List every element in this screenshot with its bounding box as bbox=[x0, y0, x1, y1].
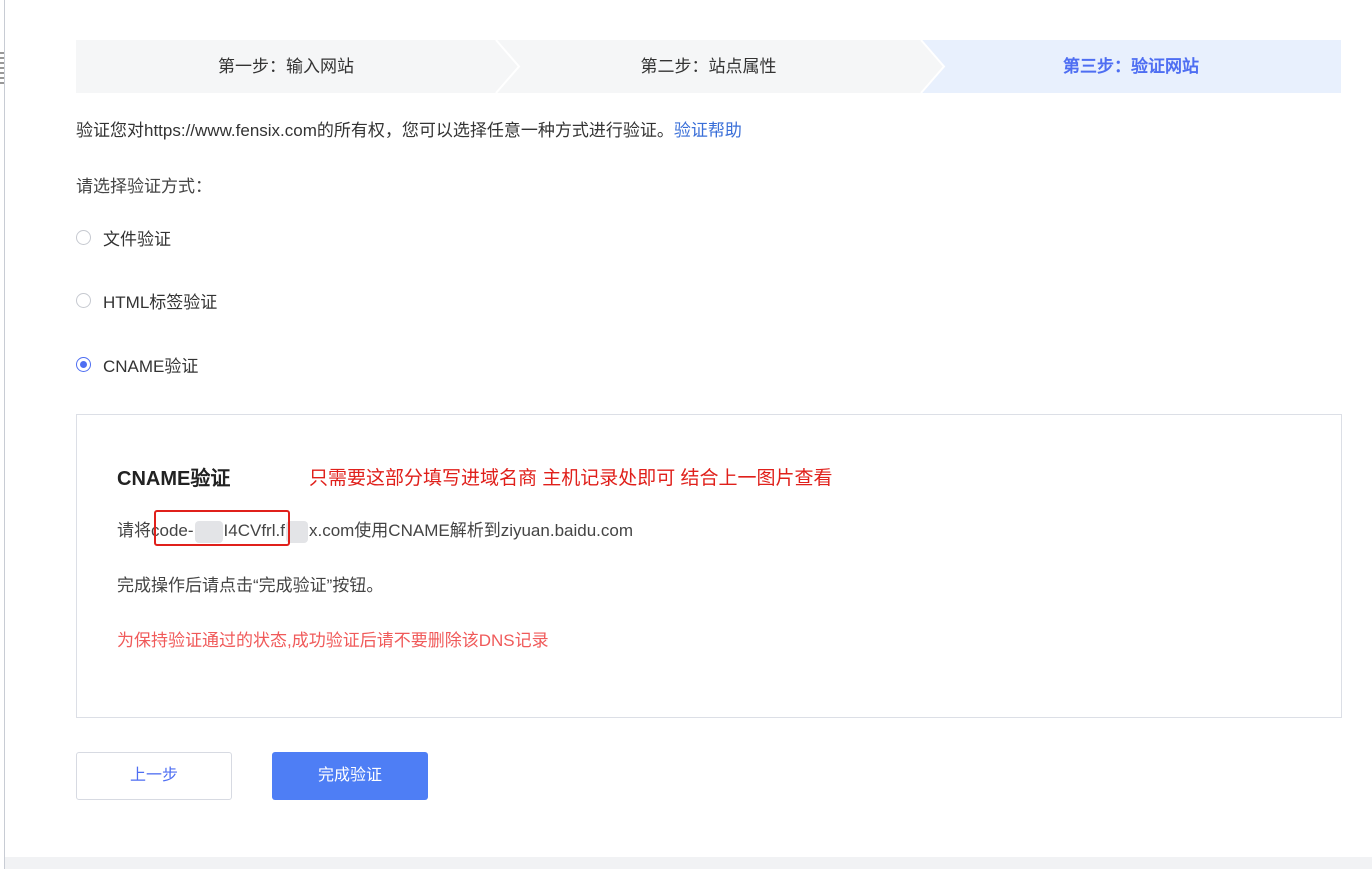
method-html-tag-verify[interactable]: HTML标签验证 bbox=[76, 288, 217, 312]
dns-warning: 为保持验证通过的状态,成功验证后请不要删除该DNS记录 bbox=[117, 631, 549, 650]
method-html-label: HTML标签验证 bbox=[103, 292, 218, 312]
done-tip: 完成操作后请点击“完成验证”按钮。 bbox=[117, 576, 384, 595]
cname-verify-panel: CNAME验证 只需要这部分填写进域名商 主机记录处即可 结合上一图片查看 请将… bbox=[76, 414, 1342, 718]
radio-cname-verify[interactable] bbox=[76, 356, 91, 372]
panel-title: CNAME验证 bbox=[117, 468, 231, 490]
intro-text: 验证您对https://www.fensix.com的所有权，您可以选择任意一种… bbox=[76, 119, 742, 143]
step-1-input-site: 第一步：输入网站 bbox=[218, 57, 354, 76]
method-cname-verify[interactable]: CNAME验证 bbox=[76, 352, 198, 376]
step-3-verify-site: 第三步：验证网站 bbox=[1063, 57, 1199, 76]
step-progress-bar: 第一步：输入网站 第二步：站点属性 第三步：验证网站 bbox=[76, 40, 1341, 93]
annotation-note: 只需要这部分填写进域名商 主机记录处即可 结合上一图片查看 bbox=[309, 468, 833, 489]
method-cname-label: CNAME验证 bbox=[103, 356, 199, 376]
highlight-box bbox=[154, 510, 290, 546]
verify-help-link[interactable]: 验证帮助 bbox=[674, 121, 742, 140]
step-2-site-properties: 第二步：站点属性 bbox=[640, 57, 777, 76]
radio-file-verify[interactable] bbox=[76, 229, 91, 245]
method-file-verify[interactable]: 文件验证 bbox=[76, 225, 171, 249]
window-edge-mark bbox=[0, 52, 4, 86]
window-left-edge bbox=[4, 0, 5, 869]
bottom-band bbox=[5, 857, 1372, 869]
finish-verify-button[interactable]: 完成验证 bbox=[272, 752, 428, 800]
instruction-prefix: 请将 bbox=[117, 521, 151, 540]
radio-html-tag-verify[interactable] bbox=[76, 292, 91, 308]
instruction-suffix: x.com使用CNAME解析到ziyuan.baidu.com bbox=[308, 521, 633, 540]
method-file-label: 文件验证 bbox=[103, 229, 171, 249]
choose-method-label: 请选择验证方式： bbox=[76, 177, 212, 196]
intro-description: 验证您对https://www.fensix.com的所有权，您可以选择任意一种… bbox=[76, 121, 674, 140]
prev-step-button[interactable]: 上一步 bbox=[76, 752, 232, 800]
